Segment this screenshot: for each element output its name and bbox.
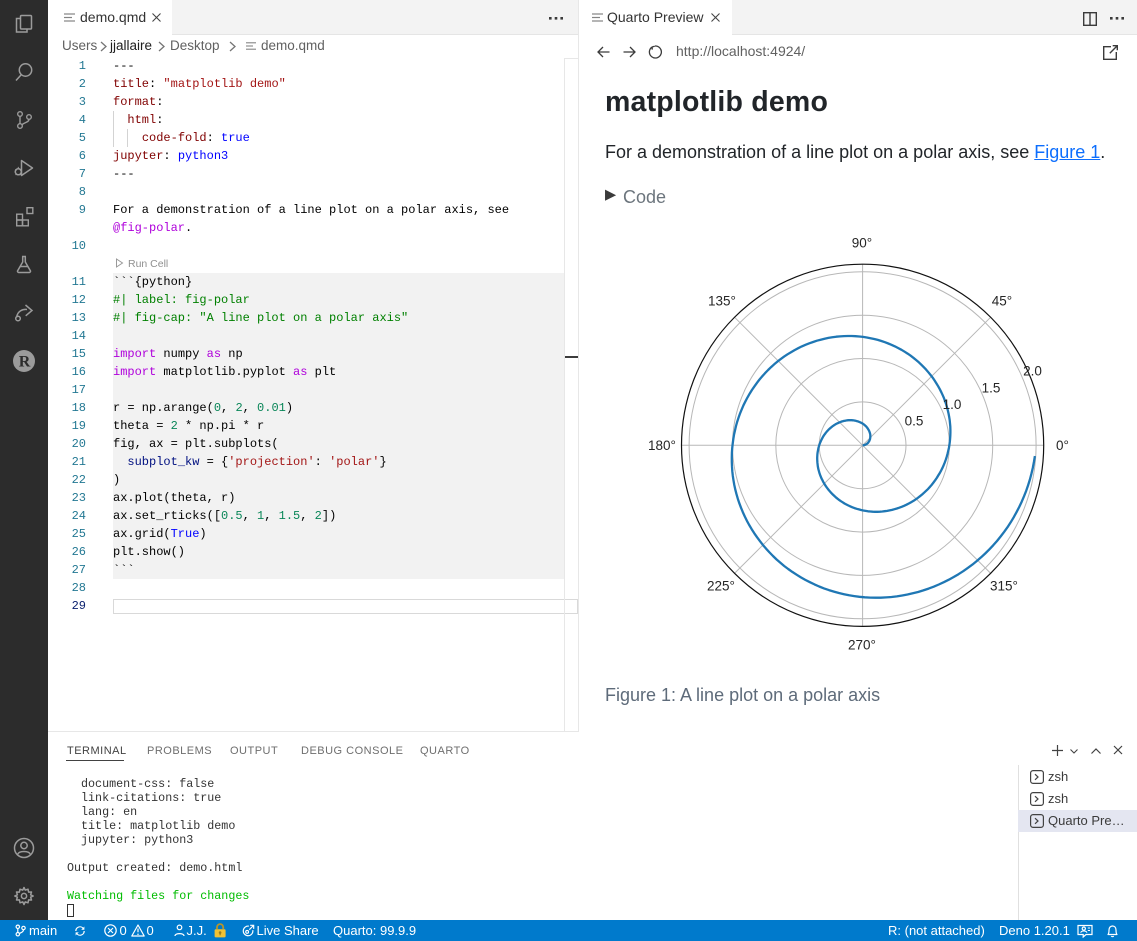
svg-text:0°: 0° xyxy=(1056,438,1069,453)
svg-text:90°: 90° xyxy=(852,236,872,251)
svg-text:180°: 180° xyxy=(648,438,676,453)
svg-text:315°: 315° xyxy=(990,579,1018,594)
svg-text:R: R xyxy=(19,354,31,371)
svg-text:1.0: 1.0 xyxy=(943,397,962,412)
svg-text:225°: 225° xyxy=(707,579,735,594)
svg-text:2.0: 2.0 xyxy=(1023,364,1042,379)
svg-text:0.5: 0.5 xyxy=(905,414,924,429)
svg-text:1.5: 1.5 xyxy=(982,381,1001,396)
svg-text:45°: 45° xyxy=(992,294,1012,309)
svg-text:135°: 135° xyxy=(708,294,736,309)
svg-text:270°: 270° xyxy=(848,638,876,653)
